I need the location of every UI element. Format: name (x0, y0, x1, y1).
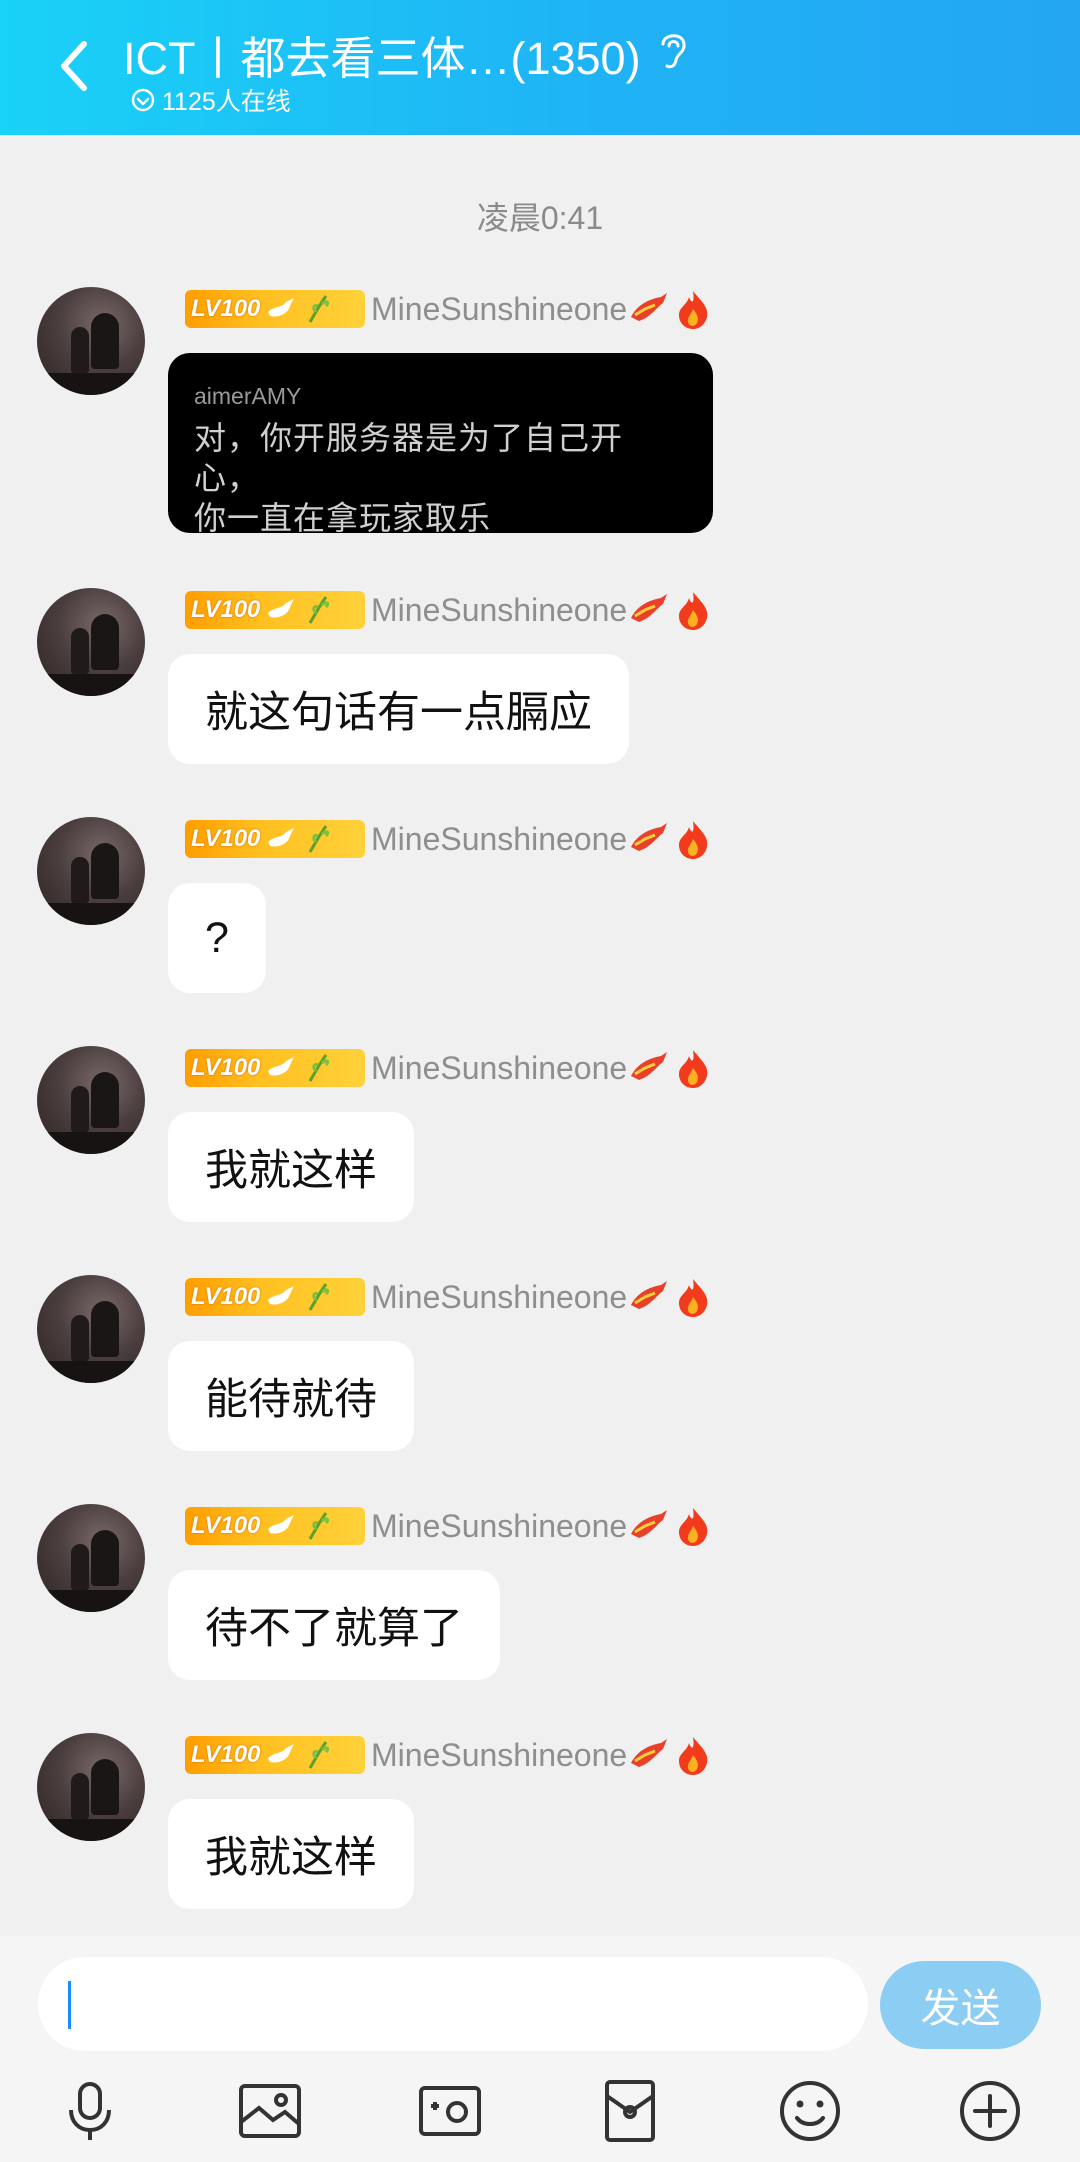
dove-icon (268, 1286, 295, 1305)
level-badge[interactable]: LV100 (185, 820, 365, 858)
dragon-icon (631, 594, 668, 622)
message-input[interactable] (38, 1957, 868, 2051)
avatar[interactable] (37, 1046, 145, 1154)
dove-icon (268, 1744, 295, 1763)
message-timestamp: 凌晨0:41 (476, 200, 604, 236)
message-bubble[interactable]: 我就这样 (168, 1799, 414, 1909)
wheat-icon (309, 1054, 330, 1082)
dragon-icon (631, 823, 668, 851)
level-text: LV100 (191, 596, 261, 623)
sender-row: LV100 MineSunshineone (185, 1506, 715, 1546)
dove-icon (268, 599, 295, 618)
dragon-icon (631, 293, 668, 321)
plus-icon[interactable] (955, 2076, 1025, 2146)
level-text: LV100 (191, 1054, 261, 1081)
dragon-icon (631, 1510, 668, 1538)
online-status[interactable]: 1125人在线 (130, 82, 291, 118)
wheat-icon (309, 825, 330, 853)
text-cursor (68, 1981, 71, 2029)
emoji-icon[interactable] (775, 2076, 845, 2146)
dragon-icon (631, 1281, 668, 1309)
level-badge[interactable]: LV100 (185, 591, 365, 629)
sender-name[interactable]: MineSunshineone (371, 1050, 627, 1087)
fire-icon (679, 1737, 708, 1775)
red-packet-icon[interactable] (595, 2076, 665, 2146)
message-bubble[interactable]: ? (168, 883, 266, 993)
sender-name[interactable]: MineSunshineone (371, 1279, 627, 1316)
sender-name[interactable]: MineSunshineone (371, 1737, 627, 1774)
image-icon[interactable] (235, 2076, 305, 2146)
fire-icon (679, 291, 708, 329)
level-badge[interactable]: LV100 (185, 290, 365, 328)
dove-icon (268, 298, 295, 317)
dove-icon (268, 1515, 295, 1534)
wheat-icon (309, 1283, 330, 1311)
microphone-icon[interactable] (55, 2076, 125, 2146)
fire-icon (679, 592, 708, 630)
camera-icon[interactable] (415, 2076, 485, 2146)
message-bubble[interactable]: 待不了就算了 (168, 1570, 500, 1680)
dove-icon (268, 1057, 295, 1076)
group-title[interactable]: ICT丨都去看三体…(1350) (123, 22, 641, 87)
sender-row: LV100 MineSunshineone (185, 1277, 715, 1317)
level-badge[interactable]: LV100 (185, 1507, 365, 1545)
level-text: LV100 (191, 1283, 261, 1310)
fire-icon (679, 821, 708, 859)
level-badge[interactable]: LV100 (185, 1278, 365, 1316)
avatar[interactable] (37, 588, 145, 696)
dragon-icon (631, 1739, 668, 1767)
sender-row: LV100 MineSunshineone (185, 590, 715, 630)
avatar[interactable] (37, 1275, 145, 1383)
sender-name[interactable]: MineSunshineone (371, 592, 627, 629)
quoted-text-line1: 对，你开服务器是为了自己开心， (194, 420, 624, 496)
input-toolbar (0, 2076, 1080, 2156)
level-badge[interactable]: LV100 (185, 1049, 365, 1087)
sender-row: LV100 MineSunshineone (185, 289, 715, 329)
dove-icon (268, 828, 295, 847)
check-circle-icon (131, 88, 155, 112)
quoted-user: aimerAMY (194, 383, 302, 409)
message-bubble[interactable]: 我就这样 (168, 1112, 414, 1222)
wheat-icon (309, 295, 330, 323)
wheat-icon (309, 1741, 330, 1769)
wheat-icon (309, 596, 330, 624)
avatar[interactable] (37, 1733, 145, 1841)
ear-icon[interactable] (655, 28, 691, 72)
sender-name[interactable]: MineSunshineone (371, 1508, 627, 1545)
quoted-message-bubble[interactable]: aimerAMY 对，你开服务器是为了自己开心， 你一直在拿玩家取乐 (168, 353, 713, 536)
level-text: LV100 (191, 1512, 261, 1539)
back-icon[interactable] (52, 38, 100, 94)
fire-icon (679, 1508, 708, 1546)
avatar[interactable] (37, 287, 145, 395)
message-bubble[interactable]: 就这句话有一点膈应 (168, 654, 629, 764)
avatar[interactable] (37, 1504, 145, 1612)
level-text: LV100 (191, 825, 261, 852)
chat-header: ICT丨都去看三体…(1350) 1125人在线 (0, 0, 1080, 135)
sender-name[interactable]: MineSunshineone (371, 821, 627, 858)
fire-icon (679, 1279, 708, 1317)
avatar[interactable] (37, 817, 145, 925)
level-text: LV100 (191, 295, 261, 322)
level-text: LV100 (191, 1741, 261, 1768)
input-bar: 发送 (0, 1936, 1080, 2162)
send-button[interactable]: 发送 (880, 1961, 1041, 2049)
sender-name[interactable]: MineSunshineone (371, 291, 627, 328)
sender-row: LV100 MineSunshineone (185, 1735, 715, 1775)
level-badge[interactable]: LV100 (185, 1736, 365, 1774)
quoted-text-line2: 你一直在拿玩家取乐 (194, 500, 492, 536)
wheat-icon (309, 1512, 330, 1540)
dragon-icon (631, 1052, 668, 1080)
fire-icon (679, 1050, 708, 1088)
sender-row: LV100 MineSunshineone (185, 1048, 715, 1088)
sender-row: LV100 MineSunshineone (185, 819, 715, 859)
online-count: 1125人在线 (162, 88, 291, 116)
message-bubble[interactable]: 能待就待 (168, 1341, 414, 1451)
